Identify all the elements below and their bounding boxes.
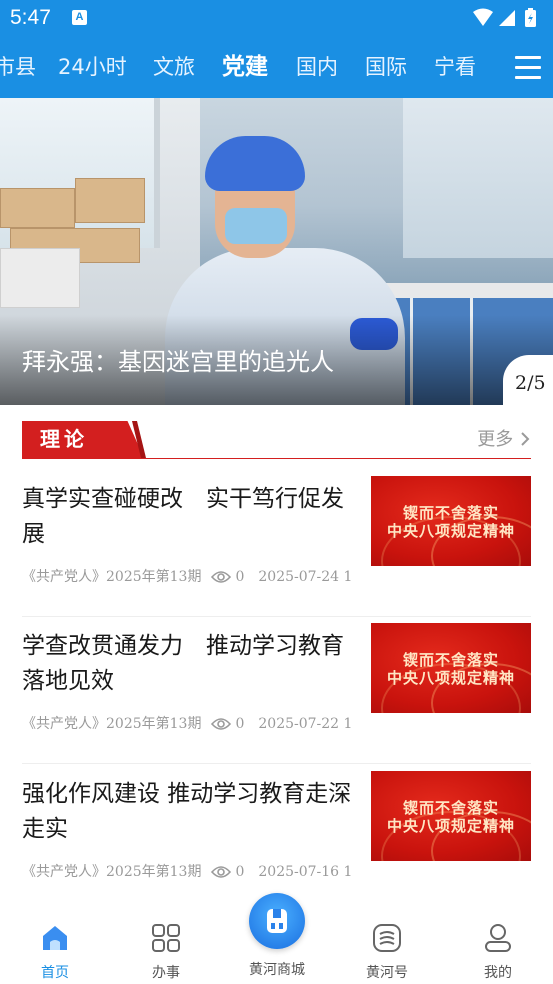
tab-24h[interactable]: 24小时: [58, 48, 127, 86]
view-count: 0: [235, 716, 245, 732]
more-link[interactable]: 更多: [477, 425, 531, 451]
hero-caption: 拜永强：基因迷宫里的追光人: [22, 348, 334, 376]
bottom-nav-mine[interactable]: 我的: [458, 910, 538, 984]
user-icon: [485, 924, 511, 952]
article-source: 《共产党人》2025年第13期: [22, 716, 202, 732]
article-meta: 《共产党人》2025年第13期 0 2025-07-16 1(: [22, 861, 352, 883]
article-meta: 《共产党人》2025年第13期 0 2025-07-22 1(: [22, 713, 352, 735]
section-title: 理论: [22, 421, 122, 458]
article-item[interactable]: 学查改贯通发力 推动学习教育落地见效 《共产党人》2025年第13期 0 2025-…: [22, 617, 531, 764]
huanghe-icon: [373, 924, 401, 952]
view-count: 0: [235, 569, 245, 585]
bottom-nav-label-mall: 黄河商城: [249, 962, 305, 978]
status-icons: [471, 8, 541, 28]
thumb-text-line2: 中央八项规定精神: [386, 669, 515, 687]
article-thumbnail: 锲而不舍落实 中央八项规定精神: [371, 771, 531, 861]
bottom-nav-label: 黄河号: [366, 965, 408, 981]
article-title: 真学实查碰硬改 实干笃行促发展: [22, 486, 344, 547]
bottom-nav-home[interactable]: 首页: [15, 910, 95, 984]
article-thumbnail: 锲而不舍落实 中央八项规定精神: [371, 623, 531, 713]
eye-icon: [211, 571, 232, 583]
tab-guoji[interactable]: 国际: [365, 48, 407, 86]
thumb-text-line2: 中央八项规定精神: [386, 522, 515, 540]
tab-wenlv[interactable]: 文旅: [153, 48, 195, 86]
article-item[interactable]: 真学实查碰硬改 实干笃行促发展 《共产党人》2025年第13期 0 2025-07-…: [22, 470, 531, 617]
eye-icon: [211, 866, 232, 878]
bottom-nav-huanghe[interactable]: 黄河号: [347, 910, 427, 984]
article-title: 学查改贯通发力 推动学习教育落地见效: [22, 633, 344, 694]
article-item[interactable]: 强化作风建设 推动学习教育走深走实 《共产党人》2025年第13期 0 2025-0…: [22, 765, 531, 912]
tab-guonei[interactable]: 国内: [296, 48, 338, 86]
eye-icon: [211, 718, 232, 730]
article-source: 《共产党人》2025年第13期: [22, 569, 202, 585]
article-source: 《共产党人》2025年第13期: [22, 864, 202, 880]
status-bar: 5:47 A: [0, 0, 553, 36]
thumb-text-line2: 中央八项规定精神: [386, 817, 515, 835]
app-header: 5:47 A 市县 24小时 文旅 党建 国内 国际 宁看: [0, 0, 553, 98]
bottom-nav-label: 我的: [484, 965, 512, 981]
mall-icon: [267, 909, 287, 933]
home-icon: [43, 926, 67, 950]
menu-icon[interactable]: [515, 56, 541, 80]
article-date: 2025-07-22 1(: [258, 716, 352, 732]
tab-shixian[interactable]: 市县: [0, 48, 36, 86]
article-title: 强化作风建设 推动学习教育走深走实: [22, 781, 352, 842]
article-thumbnail: 锲而不舍落实 中央八项规定精神: [371, 476, 531, 566]
channel-tabs: 市县 24小时 文旅 党建 国内 国际 宁看: [0, 48, 553, 88]
bottom-nav-services[interactable]: 办事: [126, 910, 206, 984]
mall-button[interactable]: [249, 893, 305, 949]
notification-a-icon: A: [72, 10, 87, 25]
article-meta: 《共产党人》2025年第13期 0 2025-07-24 1(: [22, 566, 352, 588]
view-count: 0: [235, 864, 245, 880]
bottom-nav-label: 首页: [41, 965, 69, 981]
article-date: 2025-07-24 1(: [258, 569, 352, 585]
section-header-theory: 理论 更多: [22, 421, 531, 459]
chevron-right-icon: [521, 432, 530, 446]
wifi-signal-battery-icon: [473, 8, 536, 27]
grid-icon: [152, 924, 180, 952]
more-label: 更多: [477, 429, 514, 450]
tab-dangjian[interactable]: 党建: [222, 48, 268, 86]
article-date: 2025-07-16 1(: [258, 864, 352, 880]
hero-page-counter: 2/5: [503, 355, 553, 407]
bottom-nav-label: 办事: [152, 965, 180, 981]
status-time: 5:47: [10, 6, 51, 29]
tab-ningkan[interactable]: 宁看: [434, 48, 476, 86]
